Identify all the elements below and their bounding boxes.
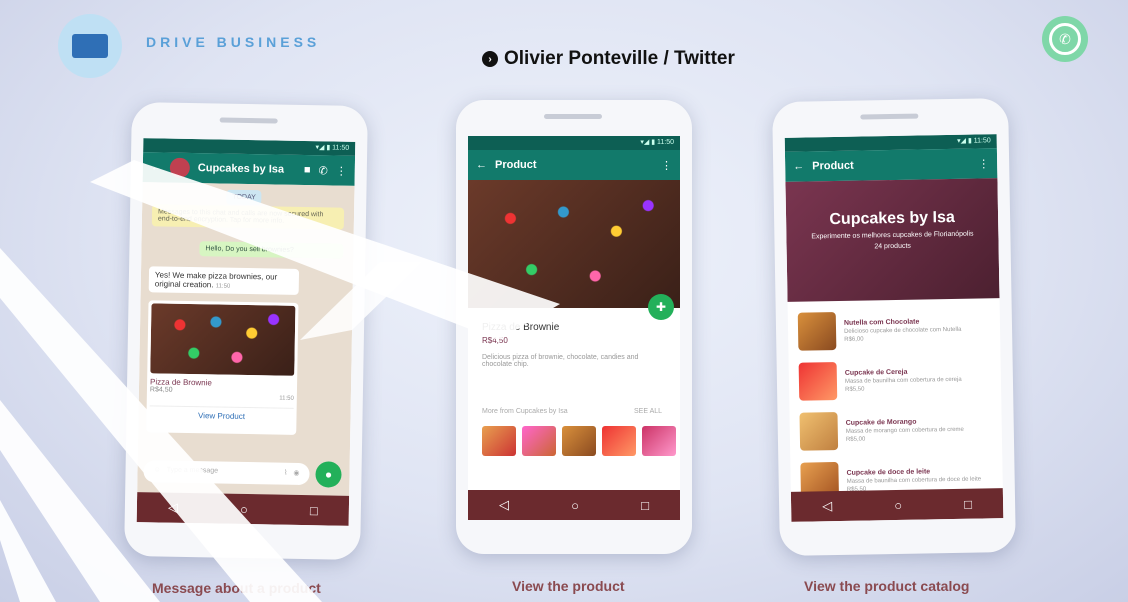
chat-area: TODAY Messages to this chat and calls ar… — [137, 182, 355, 496]
catalog-app-bar: ← Product ⋮ — [784, 148, 998, 182]
status-bar: ▾◢ ▮ 11:50 — [468, 136, 680, 150]
message-time: 11:50 — [215, 283, 231, 290]
whatsapp-icon: ✆ — [1042, 16, 1088, 62]
catalog-item-image — [799, 411, 839, 451]
view-product-button[interactable]: View Product — [149, 405, 294, 422]
nav-home-icon[interactable]: ○ — [571, 498, 579, 513]
credit-text: Olivier Ponteville / Twitter — [504, 48, 735, 69]
video-call-icon[interactable]: ■ — [304, 164, 311, 176]
share-button[interactable]: ✚ — [648, 294, 674, 320]
phone-call-icon[interactable]: ✆ — [318, 164, 327, 177]
nav-recent-icon[interactable]: □ — [310, 503, 318, 518]
product-name: Pizza de Brownie — [482, 322, 560, 333]
catalog-item[interactable]: Cupcake de Morango Massa de morango com c… — [799, 406, 992, 453]
business-tagline: Experimente os melhores cupcakes de Flor… — [811, 230, 974, 241]
product-price: R$4,50 — [482, 336, 508, 345]
back-arrow-icon[interactable]: ← — [793, 161, 804, 173]
product-hero-image[interactable] — [468, 180, 680, 308]
brand-logo — [58, 14, 122, 78]
more-from-label: More from Cupcakes by Isa — [482, 408, 568, 415]
phone-catalog: ▾◢ ▮ 11:50 ← Product ⋮ Cupcakes by Isa E… — [772, 97, 1016, 557]
caption-catalog: View the product catalog — [804, 578, 970, 594]
related-thumb[interactable] — [602, 426, 636, 456]
nav-recent-icon[interactable]: □ — [641, 498, 649, 513]
nav-home-icon[interactable]: ○ — [894, 497, 902, 512]
chevron-right-icon: › — [482, 51, 498, 67]
product-screen: ▾◢ ▮ 11:50 ← Product ⋮ ✚ Pizza de Browni… — [468, 136, 680, 520]
product-message-card[interactable]: Pizza de Brownie R$4,50 11:50 View Produ… — [146, 300, 299, 435]
caption-chat: Message about a product — [152, 580, 321, 596]
back-arrow-icon[interactable]: ← — [151, 161, 162, 173]
catalog-screen: ▾◢ ▮ 11:50 ← Product ⋮ Cupcakes by Isa E… — [784, 134, 1004, 522]
message-placeholder: Type a message — [166, 466, 219, 475]
catalog-item-image — [797, 312, 837, 351]
product-description: Delicious pizza of brownie, chocolate, c… — [482, 354, 639, 368]
related-thumb[interactable] — [522, 426, 556, 456]
contact-name[interactable]: Cupcakes by Isa — [198, 162, 296, 176]
android-nav-bar: ◁ ○ □ — [468, 490, 680, 520]
business-name: Cupcakes by Isa — [829, 208, 955, 229]
back-arrow-icon[interactable]: ← — [476, 159, 487, 171]
product-app-bar: ← Product ⋮ — [468, 150, 680, 180]
outgoing-message: Hello, Do you sell brownies? — [199, 241, 344, 259]
encryption-notice[interactable]: Messages to this chat and calls are now … — [151, 204, 345, 230]
catalog-item[interactable]: Cupcake de Cereja Massa de baunilha com c… — [798, 356, 992, 403]
phone-product: ▾◢ ▮ 11:50 ← Product ⋮ ✚ Pizza de Browni… — [456, 100, 692, 554]
photo-credit: › Olivier Ponteville / Twitter — [482, 48, 735, 70]
related-thumb[interactable] — [642, 426, 676, 456]
contact-avatar[interactable] — [169, 157, 191, 178]
product-time: 11:50 — [279, 395, 294, 402]
nav-back-icon[interactable]: ◁ — [168, 500, 178, 516]
more-menu-icon[interactable]: ⋮ — [661, 159, 672, 172]
nav-back-icon[interactable]: ◁ — [822, 498, 832, 514]
caption-product: View the product — [512, 578, 625, 594]
nav-home-icon[interactable]: ○ — [240, 501, 248, 516]
day-chip: TODAY — [226, 189, 262, 206]
message-input[interactable]: ☺ Type a message ⌇ ◉ — [143, 460, 310, 486]
android-nav-bar: ◁ ○ □ — [136, 492, 350, 526]
see-all-link[interactable]: SEE ALL — [634, 408, 662, 415]
chat-screen: ▾◢ ▮ 11:50 ← Cupcakes by Isa ■ ✆ ⋮ TODAY… — [136, 138, 356, 526]
incoming-message: Yes! We make pizza brownies, our origina… — [148, 266, 300, 295]
product-screen-title: Product — [495, 159, 537, 171]
more-menu-icon[interactable]: ⋮ — [336, 164, 347, 177]
related-products — [482, 426, 676, 456]
catalog-hero: Cupcakes by Isa Experimente os melhores … — [785, 178, 1000, 302]
emoji-icon[interactable]: ☺ — [153, 466, 161, 476]
product-count: 24 products — [874, 242, 911, 251]
catalog-item-image — [798, 362, 838, 401]
catalog-screen-title: Product — [812, 159, 854, 173]
mic-button[interactable]: ● — [315, 461, 342, 488]
attach-icon[interactable]: ⌇ — [284, 469, 288, 479]
nav-back-icon[interactable]: ◁ — [499, 497, 509, 513]
stage: DRIVE BUSINESS › Olivier Ponteville / Tw… — [0, 0, 1128, 602]
nav-recent-icon[interactable]: □ — [964, 496, 972, 511]
catalog-item[interactable]: Nutella com Chocolate Delicioso cupcake d… — [797, 306, 991, 353]
related-thumb[interactable] — [482, 426, 516, 456]
chat-app-bar: ← Cupcakes by Isa ■ ✆ ⋮ — [142, 152, 356, 186]
product-image[interactable] — [150, 303, 296, 376]
more-menu-icon[interactable]: ⋮ — [978, 157, 989, 170]
related-thumb[interactable] — [562, 426, 596, 456]
brand-title: DRIVE BUSINESS — [146, 34, 321, 50]
camera-icon[interactable]: ◉ — [293, 469, 299, 479]
android-nav-bar: ◁ ○ □ — [790, 488, 1004, 522]
phone-chat: ▾◢ ▮ 11:50 ← Cupcakes by Isa ■ ✆ ⋮ TODAY… — [124, 101, 368, 561]
